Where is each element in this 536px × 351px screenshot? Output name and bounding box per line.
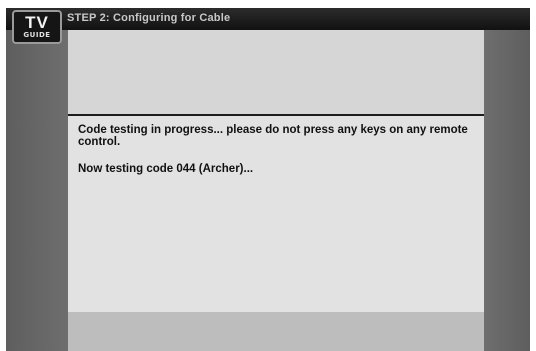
dialog-header-area	[68, 30, 484, 114]
logo-tv-text: TV	[25, 13, 49, 32]
tv-guide-screen: STEP 2: Configuring for Cable TV GUIDE C…	[6, 8, 530, 351]
code-testing-message: Code testing in progress... please do no…	[78, 124, 468, 148]
right-margin-panel	[484, 30, 530, 351]
setup-dialog: Code testing in progress... please do no…	[68, 30, 484, 351]
logo-guide-text: GUIDE	[23, 31, 51, 39]
testing-status: Now testing code 044 (Archer)...	[78, 163, 254, 175]
dialog-footer	[68, 312, 484, 351]
title-bar: STEP 2: Configuring for Cable	[6, 8, 530, 30]
left-margin-panel	[6, 30, 68, 351]
page-title: STEP 2: Configuring for Cable	[67, 12, 231, 24]
dialog-body: Code testing in progress... please do no…	[68, 116, 484, 312]
tv-guide-logo: TV GUIDE	[12, 10, 62, 44]
